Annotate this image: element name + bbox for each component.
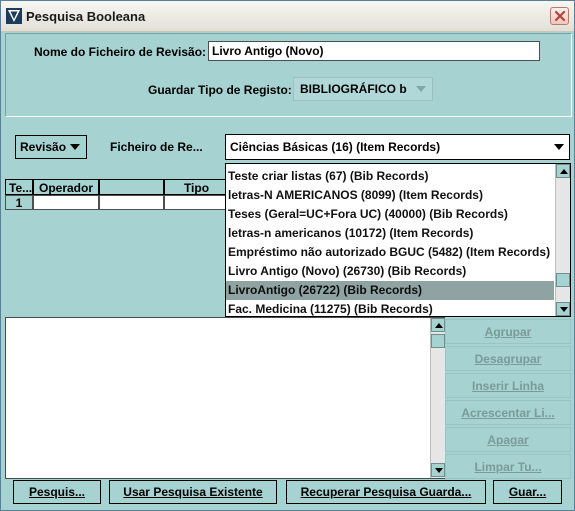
filename-label: Nome do Ficheiro de Revisão: <box>34 45 207 59</box>
save-button[interactable]: Guar... <box>493 480 562 504</box>
ungroup-button[interactable]: Desagrupar <box>445 346 571 371</box>
operator-cell[interactable] <box>33 195 99 210</box>
scroll-thumb[interactable] <box>431 334 445 348</box>
close-button[interactable] <box>550 7 569 25</box>
record-type-value: BIBLIOGRÁFICO b <box>300 82 407 96</box>
column-header-type[interactable]: Tipo <box>164 179 229 195</box>
insert-line-button[interactable]: Inserir Linha <box>445 373 571 398</box>
query-text-area[interactable] <box>5 317 445 479</box>
use-existing-search-button[interactable]: Usar Pesquisa Existente <box>109 480 277 504</box>
column-header-operator[interactable]: Operador <box>33 179 99 195</box>
use-existing-search-label: Usar Pesquisa Existente <box>123 485 263 499</box>
retrieve-saved-search-button[interactable]: Recuperar Pesquisa Guarda... <box>286 480 486 504</box>
record-type-select[interactable]: BIBLIOGRÁFICO b <box>293 77 433 101</box>
dropdown-option[interactable]: Fac. Medicina (11275) (Bib Records) <box>226 300 554 316</box>
scroll-thumb[interactable] <box>556 273 570 287</box>
dropdown-option[interactable]: Teste criar listas (67) (Bib Records) <box>226 167 554 186</box>
dropdown-option-selected[interactable]: LivroAntigo (26722) (Bib Records) <box>226 281 554 300</box>
arrow-down-icon <box>560 307 568 312</box>
save-options-panel: Nome do Ficheiro de Revisão: Livro Antig… <box>5 33 572 117</box>
record-type-label: Guardar Tipo de Registo: <box>148 83 292 97</box>
column-header-term[interactable]: Te... <box>5 179 33 195</box>
row-number: 1 <box>5 195 33 210</box>
column-header-blank[interactable] <box>99 179 164 195</box>
filter-row: Revisão Ficheiro de Re... Ciências Básic… <box>5 121 572 167</box>
scroll-up-button[interactable] <box>556 164 570 178</box>
dropdown-option[interactable]: Livro Antigo (Novo) (26730) (Bib Records… <box>226 262 554 281</box>
chevron-down-icon <box>554 144 564 150</box>
scroll-down-button[interactable] <box>556 302 570 316</box>
append-line-button[interactable]: Acrescentar Li... <box>445 400 571 425</box>
retrieve-saved-search-label: Recuperar Pesquisa Guarda... <box>300 485 472 499</box>
dropdown-option[interactable]: Teses (Geral=UC+Fora UC) (40000) (Bib Re… <box>226 205 554 224</box>
window-title: Pesquisa Booleana <box>26 9 146 24</box>
boolean-search-window: Pesquisa Booleana Nome do Ficheiro de Re… <box>0 0 575 511</box>
dropdown-option[interactable]: Empréstimo não autorizado BGUC (5482) (I… <box>226 243 554 262</box>
review-file-select[interactable]: Ciências Básicas (16) (Item Records) <box>225 134 570 160</box>
arrow-down-icon <box>435 468 443 473</box>
dropdown-option[interactable]: letras-N AMERICANOS (8099) (Item Records… <box>226 186 554 205</box>
clear-all-button[interactable]: Limpar Tu... <box>445 454 571 479</box>
app-icon <box>6 8 22 24</box>
arrow-up-icon <box>435 323 443 328</box>
group-button[interactable]: Agrupar <box>445 319 571 344</box>
dropdown-scrollbar[interactable] <box>555 164 570 316</box>
delete-button[interactable]: Apagar <box>445 427 571 452</box>
review-file-dropdown-list: Teste criar listas (67) (Bib Records) le… <box>225 163 571 317</box>
textarea-scrollbar[interactable] <box>430 318 445 478</box>
close-icon <box>554 10 566 22</box>
search-button[interactable]: Pesquis... <box>13 480 101 504</box>
review-file-value: Ciências Básicas (16) (Item Records) <box>230 140 441 154</box>
term-cell[interactable] <box>99 195 164 210</box>
type-cell[interactable] <box>164 195 229 210</box>
review-file-label: Ficheiro de Re... <box>110 140 203 154</box>
chevron-down-icon <box>70 144 80 150</box>
arrow-up-icon <box>560 169 568 174</box>
revision-label: Revisão <box>20 140 67 154</box>
filename-field[interactable]: Livro Antigo (Novo) <box>208 41 540 61</box>
title-bar: Pesquisa Booleana <box>1 1 574 32</box>
scroll-down-button[interactable] <box>431 463 445 477</box>
revision-dropdown[interactable]: Revisão <box>15 135 87 159</box>
save-button-label: Guar... <box>508 485 547 499</box>
search-button-label: Pesquis... <box>28 485 86 499</box>
scroll-up-button[interactable] <box>431 318 445 332</box>
search-table: Te... Operador Tipo 1 <box>5 179 229 314</box>
dropdown-option[interactable]: letras-n americanos (10172) (Item Record… <box>226 224 554 243</box>
chevron-down-icon <box>416 86 426 92</box>
